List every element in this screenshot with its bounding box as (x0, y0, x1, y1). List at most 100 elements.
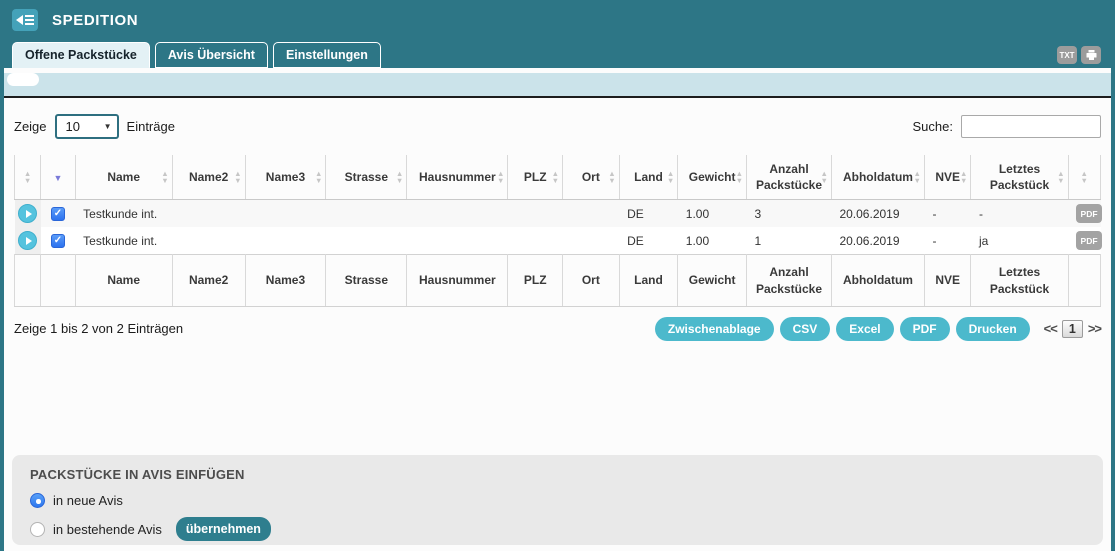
footer-ort: Ort (563, 255, 620, 306)
footer-gewicht: Gewicht (678, 255, 747, 306)
spedition-app-window: SPEDITION Offene Packstücke Avis Übersic… (0, 0, 1115, 551)
next-page-button[interactable]: >> (1088, 321, 1101, 336)
footer-land: Land (619, 255, 678, 306)
avis-panel: PACKSTÜCKE IN AVIS EINFÜGEN in neue Avis… (12, 455, 1103, 545)
entries-label: Einträge (127, 119, 175, 134)
tab-offene-packstuecke[interactable]: Offene Packstücke (12, 42, 150, 69)
page-size-control: Zeige 10 ▼ Einträge (14, 114, 175, 139)
column-header-hausnummer[interactable]: Hausnummer▲▼ (407, 155, 508, 200)
pdf-export-button[interactable]: PDF (900, 317, 950, 341)
main-content: Zeige 10 ▼ Einträge Suche: (4, 98, 1111, 341)
cell-name2 (172, 200, 245, 228)
cell-anzahl-packstuecke: 3 (747, 200, 832, 228)
radio-label-bestehende-avis: in bestehende Avis (53, 522, 162, 537)
footer-hausnummer: Hausnummer (407, 255, 508, 306)
expand-row-button[interactable] (18, 231, 37, 250)
cell-plz (508, 227, 563, 255)
column-header-expand[interactable]: ▲▼ (15, 155, 41, 200)
table-row: ✓ Testkunde int. DE 1.00 1 20.06.2019 - … (15, 227, 1101, 255)
cell-hausnummer (407, 200, 508, 228)
page-title: SPEDITION (52, 12, 138, 29)
cell-abholdatum: 20.06.2019 (831, 227, 924, 255)
txt-export-icon[interactable]: TXT (1057, 46, 1077, 64)
footer-nve: NVE (924, 255, 971, 306)
column-header-ort[interactable]: Ort▲▼ (563, 155, 620, 200)
footer-strasse: Strasse (326, 255, 407, 306)
drucken-button[interactable]: Drucken (956, 317, 1030, 341)
excel-button[interactable]: Excel (836, 317, 893, 341)
cell-strasse (326, 227, 407, 255)
column-header-strasse[interactable]: Strasse▲▼ (326, 155, 407, 200)
cell-gewicht: 1.00 (678, 200, 747, 228)
table-header-row: ▲▼ ▼ Name▲▼ Name2▲▼ Name3▲▼ Strasse▲▼ Ha… (15, 155, 1101, 200)
expand-row-button[interactable] (18, 204, 37, 223)
column-header-abholdatum[interactable]: Abholdatum▲▼ (831, 155, 924, 200)
footer-select (41, 255, 75, 306)
row-checkbox[interactable]: ✓ (51, 207, 65, 221)
horizontal-scrollbar (4, 73, 1111, 98)
cell-gewicht: 1.00 (678, 227, 747, 255)
topbar-icons: TXT (1057, 46, 1101, 64)
cell-ort (563, 200, 620, 228)
export-actions: Zwischenablage CSV Excel PDF Drucken << … (655, 317, 1101, 341)
cell-name: Testkunde int. (75, 200, 172, 228)
pdf-download-button[interactable]: PDF (1076, 204, 1102, 223)
footer-anzahl-packstuecke: Anzahl Packstücke (747, 255, 832, 306)
csv-button[interactable]: CSV (780, 317, 831, 341)
cell-name3 (245, 200, 326, 228)
radio-in-neue-avis[interactable] (30, 493, 45, 508)
option-row-bestehende-avis: in bestehende Avis übernehmen (30, 517, 1085, 541)
column-header-anzahl-packstuecke[interactable]: Anzahl Packstücke▲▼ (747, 155, 832, 200)
cell-abholdatum: 20.06.2019 (831, 200, 924, 228)
column-header-name[interactable]: Name▲▼ (75, 155, 172, 200)
footer-plz: PLZ (508, 255, 563, 306)
row-checkbox[interactable]: ✓ (51, 234, 65, 248)
table-controls: Zeige 10 ▼ Einträge Suche: (14, 114, 1101, 139)
sort-active-desc-icon: ▼ (54, 173, 63, 183)
tab-einstellungen[interactable]: Einstellungen (273, 42, 381, 69)
uebernehmen-button[interactable]: übernehmen (176, 517, 271, 541)
radio-in-bestehende-avis[interactable] (30, 522, 45, 537)
footer-pdf (1068, 255, 1100, 306)
sort-desc-icon: ▼ (24, 177, 31, 184)
arrow-left-icon (16, 15, 23, 25)
footer-letztes-packstueck: Letztes Packstück (971, 255, 1068, 306)
column-header-gewicht[interactable]: Gewicht▲▼ (678, 155, 747, 200)
page-size-select[interactable]: 10 ▼ (55, 114, 119, 139)
tab-avis-uebersicht[interactable]: Avis Übersicht (155, 42, 268, 69)
scrollbar-thumb[interactable] (7, 73, 39, 86)
footer-name3: Name3 (245, 255, 326, 306)
zwischenablage-button[interactable]: Zwischenablage (655, 317, 774, 341)
cell-land: DE (619, 200, 678, 228)
avis-panel-title: PACKSTÜCKE IN AVIS EINFÜGEN (30, 467, 1085, 482)
cell-name: Testkunde int. (75, 227, 172, 255)
page-number-button[interactable]: 1 (1062, 320, 1083, 338)
search-input[interactable] (961, 115, 1101, 138)
top-bar: SPEDITION Offene Packstücke Avis Übersic… (4, 0, 1111, 68)
column-header-name3[interactable]: Name3▲▼ (245, 155, 326, 200)
column-header-select[interactable]: ▼ (41, 155, 75, 200)
pdf-download-button[interactable]: PDF (1076, 231, 1102, 250)
play-icon (26, 237, 32, 245)
play-icon (26, 210, 32, 218)
cell-letztes-packstueck: ja (971, 227, 1068, 255)
column-header-letztes-packstueck[interactable]: Letztes Packstück▲▼ (971, 155, 1068, 200)
table-footer-bar: Zeige 1 bis 2 von 2 Einträgen Zwischenab… (14, 317, 1101, 341)
column-header-plz[interactable]: PLZ▲▼ (508, 155, 563, 200)
column-header-land[interactable]: Land▲▼ (619, 155, 678, 200)
cell-ort (563, 227, 620, 255)
cell-hausnummer (407, 227, 508, 255)
menu-bars-icon (25, 15, 34, 25)
radio-label-neue-avis: in neue Avis (53, 493, 123, 508)
cell-plz (508, 200, 563, 228)
column-header-nve[interactable]: NVE▲▼ (924, 155, 971, 200)
search-control: Suche: (913, 115, 1101, 138)
column-header-name2[interactable]: Name2▲▼ (172, 155, 245, 200)
cell-nve: - (924, 200, 971, 228)
collapse-sidebar-icon[interactable] (12, 9, 38, 31)
packstuecke-table: ▲▼ ▼ Name▲▼ Name2▲▼ Name3▲▼ Strasse▲▼ Ha… (14, 155, 1101, 307)
printer-icon[interactable] (1081, 46, 1101, 64)
prev-page-button[interactable]: << (1044, 321, 1057, 336)
column-header-pdf[interactable]: ▲▼ (1068, 155, 1100, 200)
footer-name2: Name2 (172, 255, 245, 306)
